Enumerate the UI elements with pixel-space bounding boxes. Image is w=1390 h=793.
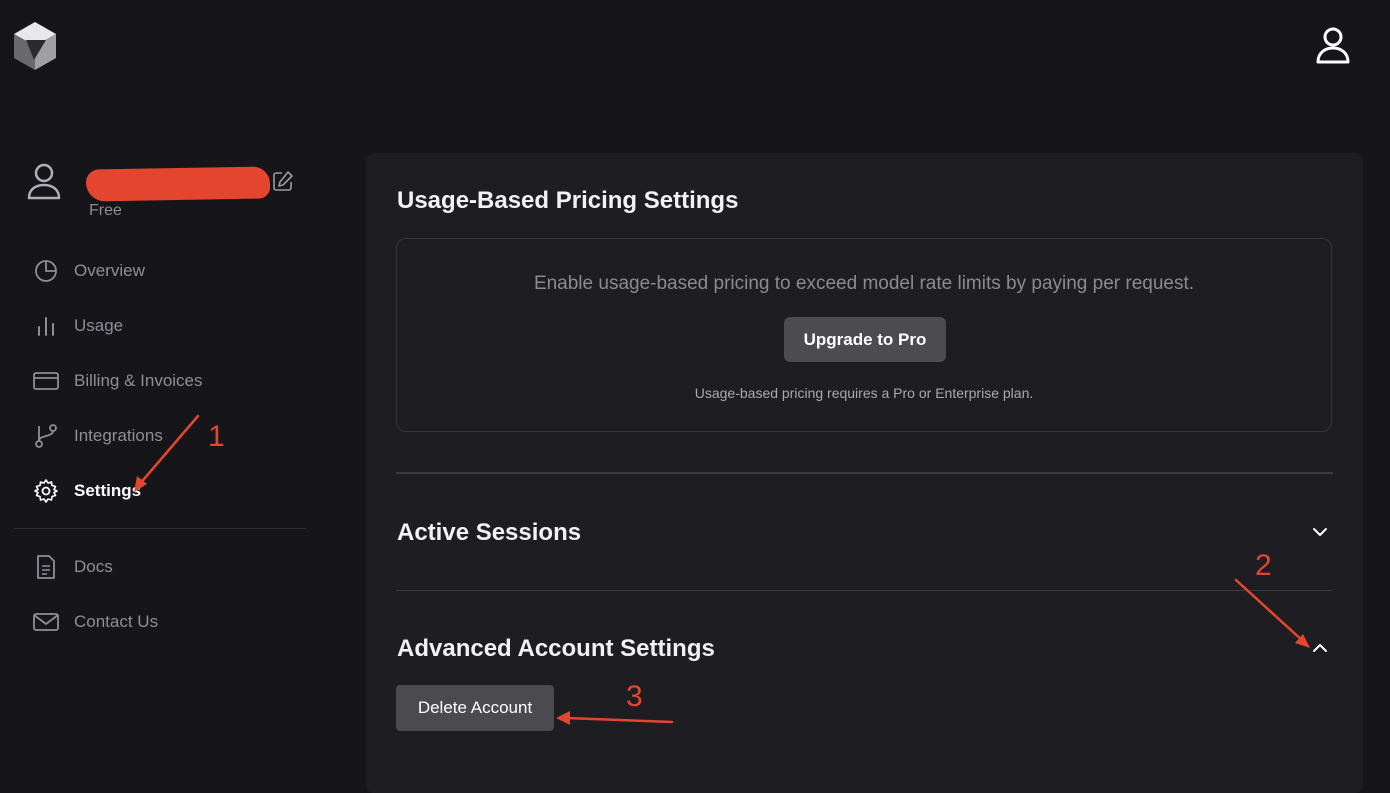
git-branch-icon	[32, 422, 60, 450]
usage-pricing-box: Enable usage-based pricing to exceed mod…	[396, 238, 1332, 432]
sidebar-item-usage[interactable]: Usage	[32, 308, 292, 344]
sidebar-item-label: Settings	[74, 481, 142, 500]
document-icon	[32, 553, 60, 581]
annotation-number-2: 2	[1255, 549, 1272, 582]
advanced-settings-title[interactable]: Advanced Account Settings	[397, 635, 715, 663]
user-avatar-icon	[27, 163, 61, 200]
annotation-number-1: 1	[208, 420, 225, 453]
upgrade-to-pro-button[interactable]: Upgrade to Pro	[784, 317, 946, 362]
chevron-up-icon[interactable]	[1309, 637, 1331, 659]
sidebar-item-docs[interactable]: Docs	[32, 549, 292, 585]
usage-pricing-note: Usage-based pricing requires a Pro or En…	[694, 385, 1034, 401]
sidebar-item-label: Billing & Invoices	[74, 371, 203, 390]
user-account-icon[interactable]	[1312, 24, 1354, 66]
chevron-down-icon[interactable]	[1309, 521, 1331, 543]
profile-card: Free	[26, 162, 326, 222]
pie-chart-icon	[32, 257, 60, 285]
sidebar: Free Overview Usage Billing & Invoices I…	[0, 150, 320, 772]
sidebar-item-label: Integrations	[74, 426, 163, 445]
sidebar-divider	[14, 528, 306, 529]
sidebar-item-integrations[interactable]: Integrations	[32, 418, 292, 454]
usage-pricing-message: Enable usage-based pricing to exceed mod…	[533, 273, 1195, 294]
edit-icon[interactable]	[272, 170, 294, 192]
mail-icon	[32, 608, 60, 636]
section-divider	[396, 590, 1333, 591]
sidebar-item-label: Usage	[74, 316, 124, 335]
gear-icon	[32, 477, 60, 505]
sidebar-item-label: Overview	[74, 261, 145, 280]
credit-card-icon	[32, 367, 60, 395]
redacted-username	[85, 166, 271, 202]
sidebar-item-label: Docs	[74, 557, 113, 576]
sidebar-item-billing[interactable]: Billing & Invoices	[32, 363, 292, 399]
settings-panel: Usage-Based Pricing Settings Enable usag…	[366, 153, 1363, 793]
cube-logo-icon[interactable]	[12, 20, 58, 72]
bar-chart-icon	[32, 312, 60, 340]
section-divider	[396, 472, 1333, 474]
annotation-number-3: 3	[626, 680, 643, 713]
plan-label: Free	[89, 202, 122, 219]
sidebar-item-settings[interactable]: Settings	[32, 473, 292, 509]
delete-account-button[interactable]: Delete Account	[396, 685, 554, 731]
top-bar	[0, 0, 1390, 100]
usage-pricing-title: Usage-Based Pricing Settings	[397, 187, 739, 214]
sidebar-item-contact[interactable]: Contact Us	[32, 604, 292, 640]
active-sessions-title[interactable]: Active Sessions	[397, 519, 581, 547]
sidebar-item-overview[interactable]: Overview	[32, 253, 292, 289]
sidebar-item-label: Contact Us	[74, 612, 159, 631]
